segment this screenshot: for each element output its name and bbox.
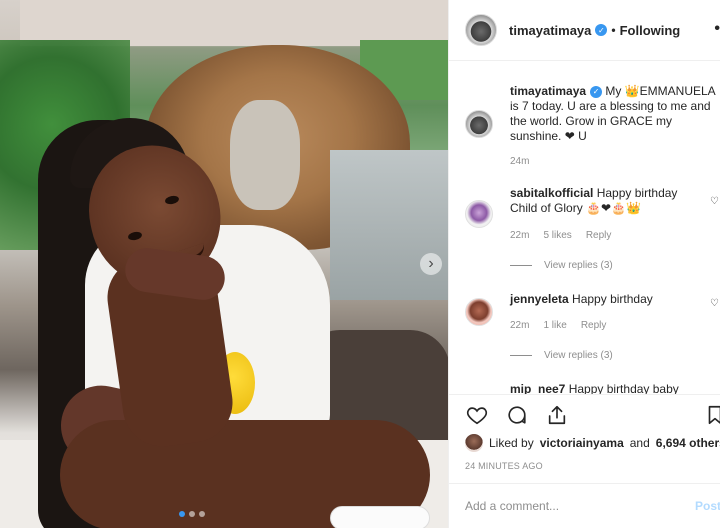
carousel-dot xyxy=(189,511,195,517)
comment-likes[interactable]: 5 likes xyxy=(543,230,571,241)
replies-divider xyxy=(510,355,532,356)
post-side-panel: timayatimaya ✓ • Following • timayatimay… xyxy=(448,0,720,528)
comment-username[interactable]: sabitalkofficial xyxy=(510,186,593,200)
post-timestamp[interactable]: 24 MINUTES AGO xyxy=(465,461,543,471)
comment-body: sabitalkofficial Happy birthday Child of… xyxy=(510,186,700,216)
post-actions-bar xyxy=(449,394,720,434)
photo-sculpture-hole xyxy=(230,100,300,210)
carousel-next-button[interactable]: › xyxy=(420,253,442,275)
post-comment-button[interactable]: Post xyxy=(695,499,720,513)
liker-avatar[interactable] xyxy=(465,434,483,452)
caption-avatar[interactable] xyxy=(465,110,493,138)
comment-text: Happy birthday xyxy=(572,292,653,306)
verified-badge-icon: ✓ xyxy=(590,85,603,98)
comment-text: Happy birthday baby xyxy=(568,382,679,394)
post-header: timayatimaya ✓ • Following • xyxy=(449,0,720,61)
view-replies-button[interactable]: View replies (3) xyxy=(510,260,613,271)
comment-meta: 22m 1 like Reply xyxy=(510,320,606,331)
like-comment-heart-icon[interactable]: ♡ xyxy=(710,196,719,207)
carousel-dot xyxy=(199,511,205,517)
comment-icon[interactable] xyxy=(505,403,529,427)
heart-icon[interactable] xyxy=(465,403,489,427)
share-icon[interactable] xyxy=(545,403,569,427)
first-liker-link[interactable]: victoriainyama xyxy=(540,436,624,450)
author-avatar[interactable] xyxy=(465,14,497,46)
carousel-dots xyxy=(179,511,205,517)
more-options-icon[interactable]: • xyxy=(714,20,720,38)
following-button[interactable]: Following xyxy=(620,23,681,38)
comment-body: jennyeleta Happy birthday xyxy=(510,292,700,307)
bookmark-icon[interactable] xyxy=(703,403,720,427)
caption-meta: 24m xyxy=(510,156,529,167)
verified-badge-icon: ✓ xyxy=(595,24,608,36)
caption-body: timayatimaya ✓ My 👑EMMANUELA is 7 today. … xyxy=(510,84,720,144)
view-replies-label: View replies (3) xyxy=(544,260,613,271)
chevron-right-icon: › xyxy=(428,255,434,272)
view-replies-button[interactable]: View replies (3) xyxy=(510,350,613,361)
photo-window xyxy=(330,150,448,300)
photo-girl-sock xyxy=(330,506,430,528)
likes-joiner: and xyxy=(629,436,650,450)
commenter-avatar[interactable] xyxy=(465,200,493,228)
comment-likes[interactable]: 1 like xyxy=(543,320,566,331)
like-comment-heart-icon[interactable]: ♡ xyxy=(710,298,719,309)
post-photo[interactable]: › xyxy=(0,0,448,528)
comment-username[interactable]: mip_nee7 xyxy=(510,382,565,394)
comments-list[interactable]: timayatimaya ✓ My 👑EMMANUELA is 7 today. … xyxy=(449,62,720,394)
likes-summary: Liked by victoriainyama and 6,694 others xyxy=(465,434,720,452)
header-separator: • xyxy=(611,23,616,37)
commenter-avatar[interactable] xyxy=(465,298,493,326)
add-comment-bar: Post xyxy=(449,483,720,528)
likes-prefix: Liked by xyxy=(489,436,534,450)
comment-username[interactable]: jennyeleta xyxy=(510,292,569,306)
author-username[interactable]: timayatimaya xyxy=(509,23,591,38)
caption-username[interactable]: timayatimaya xyxy=(510,84,586,98)
carousel-dot xyxy=(179,511,185,517)
replies-divider xyxy=(510,265,532,266)
others-likers-link[interactable]: 6,694 others xyxy=(656,436,720,450)
add-comment-input[interactable] xyxy=(465,499,685,513)
comment-meta: 22m 5 likes Reply xyxy=(510,230,611,241)
comment-time[interactable]: 22m xyxy=(510,320,529,331)
comment-time[interactable]: 22m xyxy=(510,230,529,241)
comment-body: mip_nee7 Happy birthday baby xyxy=(510,382,700,394)
comment-reply-button[interactable]: Reply xyxy=(586,230,612,241)
caption-time[interactable]: 24m xyxy=(510,156,529,167)
view-replies-label: View replies (3) xyxy=(544,350,613,361)
comment-reply-button[interactable]: Reply xyxy=(581,320,607,331)
